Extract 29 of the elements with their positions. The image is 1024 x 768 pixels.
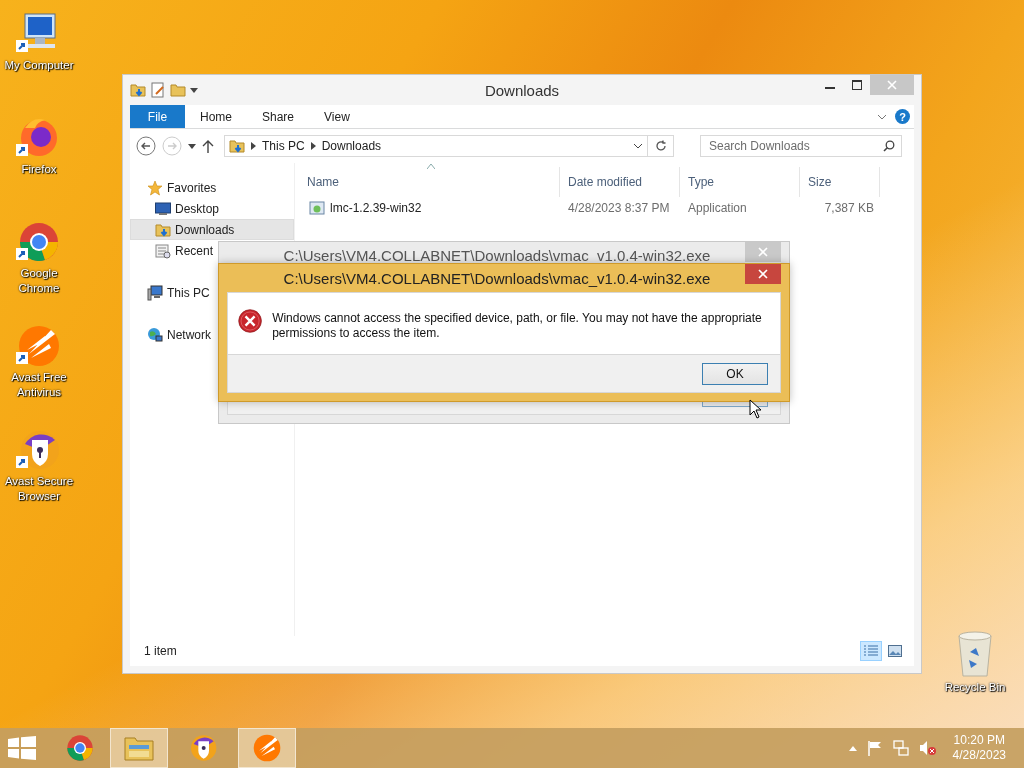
table-cell-text: Application <box>687 201 748 215</box>
error-message: Windows cannot access the specified device, path, or file. You may not have the appropriate permissions to access the item. <box>272 310 763 341</box>
ok-button[interactable]: OK <box>702 362 768 385</box>
file-tab[interactable]: File <box>130 105 185 128</box>
nav-item[interactable]: Downloads <box>130 219 294 240</box>
window-title: Downloads <box>483 81 561 99</box>
breadcrumb[interactable]: This PC <box>262 139 305 153</box>
column-header[interactable]: Size <box>800 167 880 197</box>
dialog-title: C:\Users\VM4.COLLABNET\Downloads\vmac_v1.0.4-win32.exe <box>282 247 712 265</box>
table-cell-text: 4/28/2023 8:37 PM <box>567 201 671 215</box>
column-header[interactable]: Type <box>680 167 800 197</box>
column-header[interactable]: Name <box>295 167 560 197</box>
help-button[interactable]: ? <box>895 109 910 124</box>
clock-time: 10:20 PM <box>953 733 1005 748</box>
breadcrumb[interactable]: Downloads <box>321 139 382 153</box>
nav-item[interactable]: Favorites <box>130 177 294 198</box>
table-cell-text: 7,387 KB <box>823 201 875 215</box>
dialog-title: C:\Users\VM4.COLLABNET\Downloads\vmac_v1.0.4-win32.exe <box>282 269 712 287</box>
clock-date: 4/28/2023 <box>952 748 1006 763</box>
search-field[interactable]: Search Downloads <box>700 135 902 157</box>
ribbon-tab[interactable]: Home <box>185 105 247 128</box>
item-count: 1 item <box>144 644 177 658</box>
ribbon-tab[interactable]: View <box>309 105 365 128</box>
ribbon-tab[interactable]: Share <box>247 105 310 128</box>
column-header[interactable]: Date modified <box>560 167 680 197</box>
address-bar[interactable]: This PC Downloads <box>224 135 648 157</box>
nav-item[interactable]: Desktop <box>130 198 294 219</box>
file-row[interactable]: lmc-1.2.39-win32 4/28/2023 8:37 PM Application 7,387 KB <box>295 197 914 219</box>
file-name: lmc-1.2.39-win32 <box>330 201 422 215</box>
